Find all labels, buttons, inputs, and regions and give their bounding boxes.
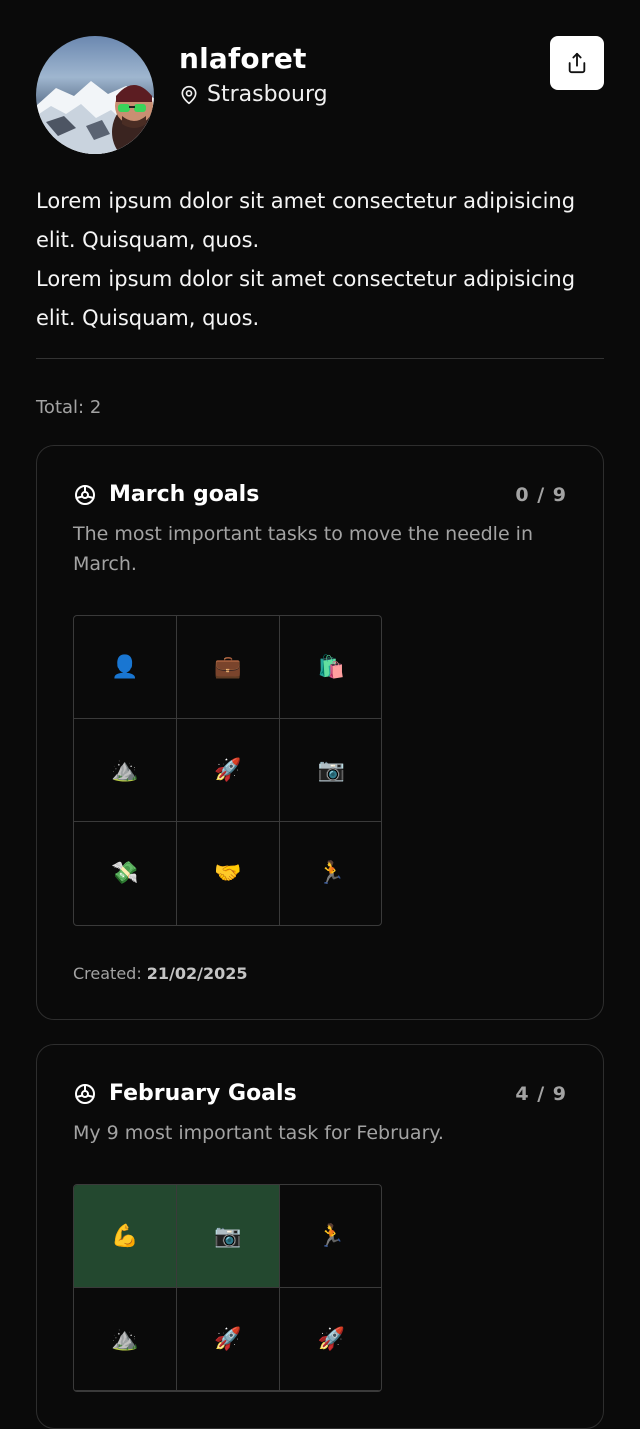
avatar[interactable]	[36, 36, 154, 154]
goal-cell[interactable]: 🚀	[177, 1288, 280, 1391]
card-header: February Goals 4 / 9	[73, 1081, 567, 1106]
username: nlaforet	[179, 42, 307, 75]
goal-cell-done[interactable]: 📷	[177, 1185, 280, 1288]
goal-cell[interactable]: 🚀	[280, 1288, 381, 1391]
goal-cell[interactable]: 🤝	[177, 822, 280, 925]
goal-icon	[73, 1082, 97, 1106]
goal-cell[interactable]: 🏃	[280, 1185, 381, 1288]
map-pin-icon	[179, 84, 199, 106]
location-text: Strasbourg	[207, 82, 328, 107]
profile-info: nlaforet Strasbourg	[179, 36, 328, 107]
goal-cell[interactable]: 💸	[74, 822, 177, 925]
goal-cell[interactable]: 📷	[280, 719, 381, 822]
card-title-wrap: February Goals	[73, 1081, 297, 1106]
card-title[interactable]: March goals	[109, 482, 259, 507]
goal-grid: 💪 📷 🏃 ⛰️ 🚀 🚀	[73, 1184, 382, 1392]
goal-card[interactable]: March goals 0 / 9 The most important tas…	[36, 445, 604, 1020]
goal-cell[interactable]: ⛰️	[74, 719, 177, 822]
goal-cell[interactable]: 💼	[177, 616, 280, 719]
created-value: 21/02/2025	[146, 964, 248, 983]
goal-cell[interactable]: 👤	[74, 616, 177, 719]
goal-cell-done[interactable]: 💪	[74, 1185, 177, 1288]
total-count: Total: 2	[36, 397, 102, 418]
goal-icon	[73, 483, 97, 507]
goal-card[interactable]: February Goals 4 / 9 My 9 most important…	[36, 1044, 604, 1429]
share-button[interactable]	[550, 36, 604, 90]
profile-bio: Lorem ipsum dolor sit amet consectetur a…	[36, 182, 604, 338]
divider	[36, 358, 604, 359]
goal-cell[interactable]: 🏃	[280, 822, 381, 925]
goal-cell[interactable]: 🚀	[177, 719, 280, 822]
card-title[interactable]: February Goals	[109, 1081, 297, 1106]
created-date: Created: 21/02/2025	[73, 964, 567, 983]
goal-cell[interactable]: 🛍️	[280, 616, 381, 719]
card-header: March goals 0 / 9	[73, 482, 567, 507]
created-label: Created:	[73, 964, 147, 983]
goal-cell[interactable]: ⛰️	[74, 1288, 177, 1391]
card-description: The most important tasks to move the nee…	[73, 523, 533, 575]
card-title-wrap: March goals	[73, 482, 259, 507]
share-icon	[566, 52, 588, 74]
profile-header: nlaforet Strasbourg	[36, 36, 604, 156]
card-progress: 4 / 9	[515, 1082, 567, 1105]
location: Strasbourg	[179, 82, 328, 107]
bio-line: Lorem ipsum dolor sit amet consectetur a…	[36, 267, 576, 330]
profile-page: nlaforet Strasbourg Lorem ipsum dolor si…	[0, 0, 640, 1429]
bio-line: Lorem ipsum dolor sit amet consectetur a…	[36, 189, 576, 252]
card-progress: 0 / 9	[515, 483, 567, 506]
card-description: My 9 most important task for February.	[73, 1122, 444, 1144]
goal-grid: 👤 💼 🛍️ ⛰️ 🚀 📷 💸 🤝 🏃	[73, 615, 382, 926]
